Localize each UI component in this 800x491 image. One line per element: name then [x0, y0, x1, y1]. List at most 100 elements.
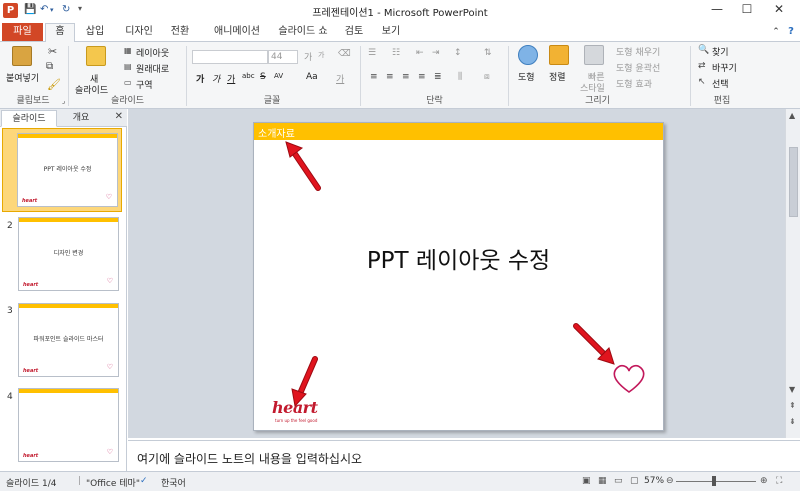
shape-outline-button[interactable]: 도형 윤곽선 [616, 61, 660, 74]
tab-home[interactable]: 홈 [45, 23, 75, 43]
shape-fill-button[interactable]: 도형 채우기 [616, 45, 660, 58]
tab-review[interactable]: 검토 [340, 24, 368, 42]
layout-button[interactable]: 레이아웃 [136, 46, 169, 59]
bullets-icon[interactable]: ☰ [368, 48, 376, 58]
help-icon[interactable]: ? [785, 24, 797, 42]
italic-button[interactable]: 가 [212, 72, 220, 85]
shapes-icon[interactable] [518, 45, 538, 65]
tab-insert[interactable]: 삽입 [80, 24, 110, 42]
copy-icon[interactable]: ⧉ [46, 61, 53, 72]
bold-button[interactable]: 가 [196, 72, 204, 85]
font-color-button[interactable]: 가 [336, 72, 344, 85]
spelling-check-icon[interactable]: ✓ [140, 476, 148, 486]
slideshow-view-icon[interactable]: ▢ [630, 476, 639, 486]
columns-icon[interactable]: ⫼ [458, 72, 462, 82]
tab-design[interactable]: 디자인 [118, 24, 160, 42]
replace-icon[interactable]: ⇄ [698, 61, 706, 71]
scrollbar-thumb[interactable] [789, 147, 798, 217]
notes-placeholder[interactable]: 여기에 슬라이드 노트의 내용을 입력하십시오 [137, 450, 362, 467]
fit-to-window-icon[interactable]: ⛶ [776, 476, 782, 486]
align-center-icon[interactable]: ≡ [386, 72, 394, 82]
tab-slideshow[interactable]: 슬라이드 쇼 [274, 24, 332, 42]
status-bar: 슬라이드 1/4 | "Office 테마" ✓ 한국어 ▣ ▦ ▭ ▢ 57%… [0, 471, 800, 491]
next-slide-icon[interactable]: ⇟ [789, 417, 796, 426]
thumbnail-canvas: 파워포인트 슬라이드 마스터 heart ♡ [18, 303, 119, 377]
slide-indicator: 슬라이드 1/4 [6, 479, 57, 489]
language-indicator[interactable]: 한국어 [161, 476, 186, 489]
paste-button[interactable]: 붙여넣기 [6, 71, 39, 84]
tab-transitions[interactable]: 전환 [165, 24, 195, 42]
vertical-scrollbar[interactable]: ▲ ▼ ⇞ ⇟ [785, 109, 800, 438]
replace-button[interactable]: 바꾸기 [712, 61, 737, 74]
reset-button[interactable]: 원래대로 [136, 62, 169, 75]
smartart-icon[interactable]: ⧈ [484, 72, 490, 82]
select-button[interactable]: 선택 [712, 77, 729, 90]
close-pane-icon[interactable]: ✕ [115, 111, 123, 122]
layout-icon[interactable]: ▦ [124, 46, 132, 55]
align-right-icon[interactable]: ≡ [402, 72, 410, 82]
maximize-button[interactable]: ☐ [732, 2, 762, 16]
ribbon-minimize-icon[interactable]: ⌃ [770, 24, 782, 42]
shape-effects-button[interactable]: 도형 효과 [616, 77, 652, 90]
cut-icon[interactable]: ✂ [48, 45, 57, 58]
tab-file[interactable]: 파일 [2, 23, 43, 41]
shadow-button[interactable]: abc [242, 72, 255, 80]
change-case-button[interactable]: Aa [306, 72, 318, 82]
font-name-combo[interactable] [192, 50, 268, 64]
quick-styles-icon[interactable] [584, 45, 604, 65]
normal-view-icon[interactable]: ▣ [582, 476, 591, 486]
reset-icon[interactable]: ▤ [124, 62, 132, 71]
underline-button[interactable]: 가 [227, 72, 235, 85]
find-icon[interactable]: 🔍 [698, 45, 709, 55]
previous-slide-icon[interactable]: ⇞ [789, 401, 796, 410]
tab-animations[interactable]: 애니메이션 [207, 24, 267, 42]
zoom-out-icon[interactable]: ⊖ [666, 476, 674, 486]
ribbon-tab-bar: 파일 홈 삽입 디자인 전환 애니메이션 슬라이드 쇼 검토 보기 ⌃ ? [0, 22, 800, 43]
char-spacing-button[interactable]: AV [274, 72, 283, 80]
slide-header-text[interactable]: 소개자료 [258, 125, 295, 140]
grow-font-button[interactable]: 가 [304, 50, 312, 63]
increase-indent-icon[interactable]: ⇥ [432, 48, 440, 58]
tab-view[interactable]: 보기 [377, 24, 405, 42]
slide-sorter-icon[interactable]: ▦ [598, 476, 607, 486]
clear-format-icon[interactable]: ⌫ [338, 49, 351, 59]
minimize-button[interactable]: — [702, 2, 732, 16]
arrange-icon[interactable] [549, 45, 569, 65]
zoom-in-icon[interactable]: ⊕ [760, 476, 768, 486]
slide-title[interactable]: PPT 레이아웃 수정 [254, 241, 663, 275]
numbering-icon[interactable]: ☷ [392, 48, 400, 58]
tab-outline[interactable]: 개요 [58, 110, 104, 127]
notes-pane[interactable]: 여기에 슬라이드 노트의 내용을 입력하십시오 [128, 440, 800, 471]
justify-icon[interactable]: ≡ [418, 72, 426, 82]
slide-thumbnail[interactable]: 디자인 변경 heart ♡ [14, 214, 120, 292]
slide-thumbnail-selected[interactable]: PPT 레이아웃 수정 heart ♡ [2, 128, 122, 212]
new-slide-icon[interactable] [86, 46, 106, 66]
zoom-slider-thumb[interactable] [712, 476, 716, 486]
slide-thumbnail[interactable]: 파워포인트 슬라이드 마스터 heart ♡ [14, 300, 120, 378]
section-icon[interactable]: ▭ [124, 78, 132, 87]
shrink-font-button[interactable]: 가 [318, 50, 324, 60]
arrange-button[interactable]: 정렬 [549, 70, 566, 83]
line-spacing-icon[interactable]: ↕ [454, 48, 462, 58]
align-left-icon[interactable]: ≡ [370, 72, 378, 82]
zoom-level[interactable]: 57% [644, 476, 664, 486]
scroll-up-icon[interactable]: ▲ [789, 111, 795, 120]
tab-slides[interactable]: 슬라이드 [1, 110, 57, 127]
section-button[interactable]: 구역 [136, 78, 153, 91]
scroll-down-icon[interactable]: ▼ [789, 385, 795, 394]
slide-thumbnail[interactable]: heart ♡ [14, 385, 120, 463]
decrease-indent-icon[interactable]: ⇤ [416, 48, 424, 58]
text-direction-icon[interactable]: ⇅ [484, 48, 492, 58]
close-button[interactable]: ✕ [764, 2, 794, 16]
font-size-combo[interactable]: 44 [268, 50, 298, 64]
distribute-icon[interactable]: ≣ [434, 72, 442, 82]
shapes-button[interactable]: 도형 [518, 70, 535, 83]
find-button[interactable]: 찾기 [712, 45, 729, 58]
format-painter-icon[interactable]: 🖌 [47, 78, 61, 91]
strikethrough-button[interactable]: S [260, 72, 266, 82]
clipboard-dialog-launcher-icon[interactable]: ⌟ [62, 97, 65, 105]
clipboard-paste-icon[interactable] [12, 46, 32, 66]
reading-view-icon[interactable]: ▭ [614, 476, 623, 486]
zoom-slider-track[interactable] [676, 481, 756, 482]
select-icon[interactable]: ↖ [698, 77, 706, 87]
